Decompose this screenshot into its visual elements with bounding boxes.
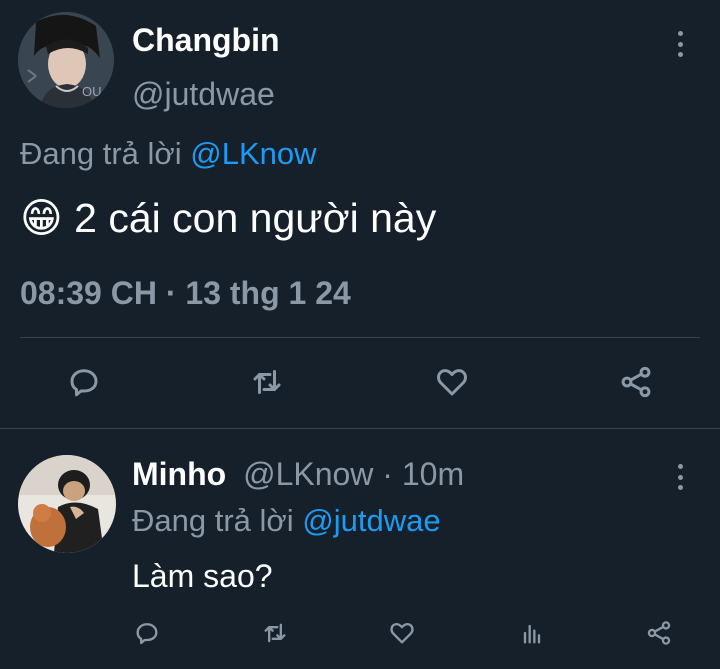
share-button[interactable]: [642, 616, 676, 650]
user-handle[interactable]: @LKnow: [243, 456, 373, 492]
retweet-button[interactable]: [258, 616, 292, 650]
replying-to-line: Đang trả lời @LKnow: [20, 136, 317, 172]
display-name[interactable]: Changbin: [132, 22, 280, 59]
like-icon: [437, 369, 467, 396]
share-icon: [647, 621, 671, 645]
tweet-text: 😁 2 cái con người này: [20, 194, 436, 242]
replying-to-mention[interactable]: @LKnow: [190, 136, 316, 171]
avatar[interactable]: OU: [18, 12, 114, 108]
retweet-icon: [264, 623, 286, 643]
replying-prefix: Đang trả lời: [20, 136, 182, 171]
views-icon: [523, 624, 541, 644]
like-button[interactable]: [430, 360, 474, 404]
divider: [20, 337, 700, 338]
user-handle[interactable]: @jutdwae: [132, 76, 275, 113]
replying-prefix: Đang trả lời: [132, 503, 294, 538]
more-options-icon[interactable]: [675, 464, 685, 490]
tweet-body: 2 cái con người này: [74, 195, 437, 241]
retweet-button[interactable]: [245, 360, 289, 404]
tweet-timestamp[interactable]: 08:39 CH · 13 thg 1 24: [20, 275, 351, 312]
retweet-icon: [253, 370, 281, 394]
reply-icon: [136, 623, 158, 645]
like-icon: [390, 622, 414, 644]
share-icon: [621, 366, 651, 398]
display-name[interactable]: Minho: [132, 456, 226, 492]
divider: [0, 428, 720, 429]
share-button[interactable]: [614, 360, 658, 404]
avatar-image: [18, 455, 116, 553]
avatar-overlay-text: OU: [82, 84, 102, 99]
grin-emoji-icon: 😁: [20, 195, 63, 241]
replying-to-line: Đang trả lời @jutdwae: [132, 503, 441, 539]
reply-text: Làm sao?: [132, 558, 273, 594]
like-button[interactable]: [385, 616, 419, 650]
avatar[interactable]: [18, 455, 116, 553]
reply-button[interactable]: [62, 360, 106, 404]
reply-header: Minho @LKnow · 10m: [132, 456, 464, 493]
reply-button[interactable]: [130, 616, 164, 650]
more-options-icon[interactable]: [675, 31, 685, 57]
views-button[interactable]: [515, 616, 549, 650]
reply-icon: [70, 369, 98, 397]
reply-time[interactable]: · 10m: [382, 456, 464, 492]
replying-to-mention[interactable]: @jutdwae: [302, 503, 440, 538]
